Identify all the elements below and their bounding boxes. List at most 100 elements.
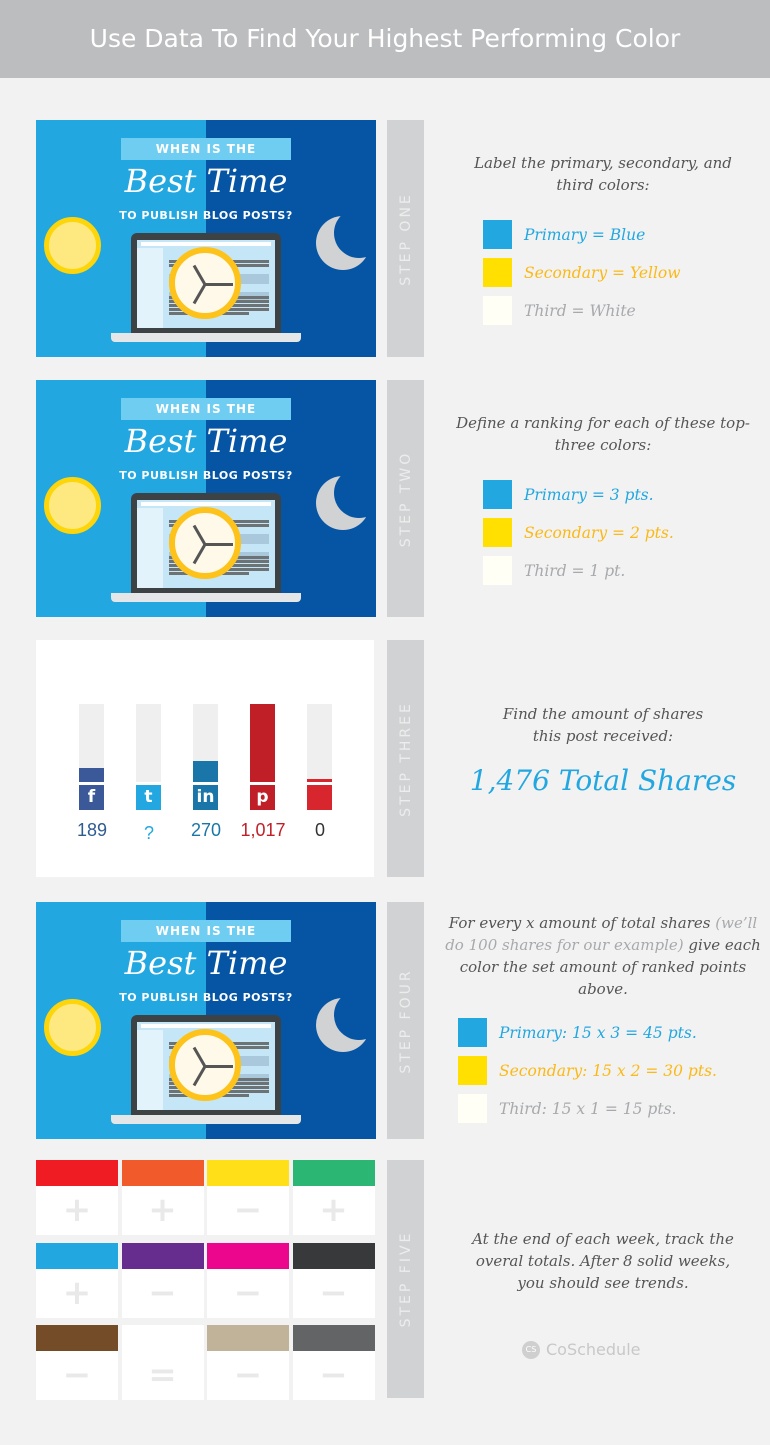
step-text: Label the primary, secondary, and third …: [474, 154, 732, 194]
legend-item: Third: 15 x 1 = 15 pts.: [458, 1094, 676, 1123]
blog-title: Best Time: [124, 422, 288, 460]
color-tracking-cell: +: [36, 1242, 118, 1318]
legend-item: Secondary: 15 x 2 = 30 pts.: [458, 1056, 717, 1085]
legend-label: Secondary: 15 x 2 = 30 pts.: [499, 1061, 717, 1080]
coschedule-logo: CS CoSchedule: [522, 1340, 640, 1359]
facebook-icon: f: [79, 785, 104, 810]
moon-icon: [316, 468, 376, 530]
color-tracking-cell: −: [207, 1242, 289, 1318]
legend-label: Primary = 3 pts.: [524, 485, 654, 504]
share-count: 189: [76, 820, 108, 840]
share-bar-fill: [250, 704, 275, 782]
step-label: STEP TWO: [387, 380, 424, 617]
step-label: STEP ONE: [387, 120, 424, 357]
trend-mark: +: [292, 1186, 375, 1235]
legend-item: Third = White: [483, 296, 636, 325]
legend-label: Secondary = Yellow: [524, 263, 681, 282]
share-bar-fill: [193, 761, 218, 782]
share-bar-fill: [79, 767, 104, 782]
trend-mark: −: [292, 1351, 375, 1400]
logo-text: CoSchedule: [546, 1340, 641, 1359]
trend-mark: −: [121, 1268, 204, 1318]
step-text: For every x amount of total shares (we’l…: [436, 912, 770, 1000]
color-bar: [207, 1242, 289, 1269]
share-bar-fill: [307, 779, 332, 782]
legend-item: Secondary = 2 pts.: [483, 518, 674, 547]
color-swatch: [483, 220, 512, 249]
color-swatch: [483, 296, 512, 325]
banner: WHEN IS THE: [121, 920, 291, 942]
trend-mark: +: [121, 1186, 204, 1235]
total-shares: 1,476 Total Shares: [469, 764, 737, 797]
color-swatch: [458, 1056, 487, 1085]
trend-mark: −: [207, 1268, 289, 1318]
color-swatch: [483, 556, 512, 585]
color-tracking-cell: −: [292, 1325, 375, 1400]
sun-icon: [44, 999, 101, 1056]
legend-label: Third = 1 pt.: [524, 561, 626, 580]
legend-item: Primary = Blue: [483, 220, 645, 249]
page-title: Use Data To Find Your Highest Performing…: [0, 0, 770, 78]
step-text: At the end of each week, track the overa…: [472, 1230, 734, 1292]
color-swatch: [483, 258, 512, 287]
share-count: 1,017: [240, 820, 286, 840]
sun-icon: [44, 477, 101, 534]
blog-title: Best Time: [124, 162, 288, 200]
step-label: STEP FIVE: [387, 1160, 424, 1398]
share-icon: [307, 785, 332, 810]
twitter-icon: t: [136, 785, 161, 810]
legend-label: Secondary = 2 pts.: [524, 523, 674, 542]
color-bar: [121, 1325, 204, 1351]
color-tracking-cell: =: [121, 1325, 204, 1400]
share-count: ?: [143, 823, 154, 843]
color-tracking-cell: +: [36, 1160, 118, 1235]
share-count: 0: [314, 820, 325, 840]
color-bar: [292, 1160, 375, 1186]
color-bar: [121, 1242, 204, 1269]
moon-icon: [316, 208, 376, 270]
legend-label: Primary: 15 x 3 = 45 pts.: [499, 1023, 697, 1042]
color-tracking-cell: −: [292, 1242, 375, 1318]
step-text: Find the amount of shares this post rece…: [502, 705, 704, 745]
share-bar: [79, 704, 104, 782]
color-tracking-cell: +: [121, 1160, 204, 1235]
trend-mark: +: [36, 1268, 118, 1318]
legend-label: Primary = Blue: [524, 225, 646, 244]
blog-title: Best Time: [124, 944, 288, 982]
trend-mark: −: [292, 1268, 375, 1318]
color-bar: [292, 1242, 375, 1269]
trend-mark: +: [36, 1186, 118, 1235]
color-tracking-cell: −: [36, 1325, 118, 1400]
trend-mark: =: [121, 1351, 204, 1400]
share-bar: [307, 704, 332, 782]
color-swatch: [483, 480, 512, 509]
color-tracking-cell: −: [121, 1242, 204, 1318]
color-bar: [207, 1160, 289, 1186]
legend-item: Secondary = Yellow: [483, 258, 681, 287]
color-bar: [207, 1325, 289, 1351]
color-bar: [121, 1160, 204, 1186]
color-bar: [36, 1325, 118, 1351]
color-swatch: [483, 518, 512, 547]
color-bar: [36, 1160, 118, 1186]
share-bar: [250, 704, 275, 782]
color-swatch: [458, 1018, 487, 1047]
step-text: Define a ranking for each of these top-t…: [456, 414, 750, 454]
color-tracking-cell: −: [207, 1160, 289, 1235]
clock-icon: [169, 247, 241, 319]
legend-item: Primary = 3 pts.: [483, 480, 654, 509]
linkedin-icon: in: [193, 785, 218, 810]
step-label: STEP FOUR: [387, 902, 424, 1139]
color-bar: [36, 1242, 118, 1269]
share-count: 270: [190, 820, 222, 840]
color-bar: [292, 1325, 375, 1351]
color-swatch: [458, 1094, 487, 1123]
share-bar: [193, 704, 218, 782]
legend-item: Primary: 15 x 3 = 45 pts.: [458, 1018, 697, 1047]
share-bar: [136, 704, 161, 782]
step-label: STEP THREE: [387, 640, 424, 877]
sun-icon: [44, 217, 101, 274]
banner: WHEN IS THE: [121, 398, 291, 420]
trend-mark: −: [207, 1186, 289, 1235]
legend-item: Third = 1 pt.: [483, 556, 625, 585]
